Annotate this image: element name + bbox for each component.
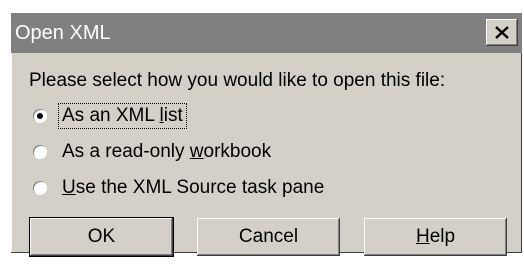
option-read-only-workbook[interactable]: As a read-only workbook <box>33 137 274 167</box>
radio-button[interactable] <box>33 145 47 159</box>
cancel-button[interactable]: Cancel <box>197 218 340 256</box>
help-label-rest: elp <box>429 226 456 247</box>
option-label-pre: As an XML <box>62 105 160 126</box>
option-label-pre: As a read-only <box>62 141 190 162</box>
close-button[interactable] <box>486 19 518 46</box>
open-xml-dialog: Open XML Please select how you would lik… <box>11 13 522 256</box>
option-xml-source-task-pane[interactable]: Use the XML Source task pane <box>33 173 327 203</box>
radio-button[interactable] <box>33 181 47 195</box>
option-label-post: ist <box>163 105 183 126</box>
help-button-label: Help <box>416 226 455 248</box>
option-label-post: orkbook <box>203 141 272 162</box>
option-accelerator: w <box>189 141 204 162</box>
dialog-title: Open XML <box>15 22 111 44</box>
title-bar[interactable]: Open XML <box>11 13 522 53</box>
help-accelerator: H <box>415 226 430 247</box>
option-xml-list-label[interactable]: As an XML list <box>58 103 187 129</box>
ok-button-label: OK <box>87 226 116 247</box>
option-read-only-workbook-label[interactable]: As a read-only workbook <box>59 140 274 164</box>
option-xml-source-task-pane-label[interactable]: Use the XML Source task pane <box>59 176 327 200</box>
option-label-post: se the XML Source task pane <box>75 177 325 198</box>
close-icon <box>495 26 509 39</box>
cancel-button-label: Cancel <box>238 226 299 247</box>
prompt-text: Please select how you would like to open… <box>29 70 446 91</box>
ok-button[interactable]: OK <box>30 218 173 256</box>
radio-button-checked[interactable] <box>33 109 47 123</box>
option-xml-list[interactable]: As an XML list <box>33 101 187 131</box>
option-accelerator: U <box>62 177 76 198</box>
help-button[interactable]: Help <box>364 218 507 256</box>
